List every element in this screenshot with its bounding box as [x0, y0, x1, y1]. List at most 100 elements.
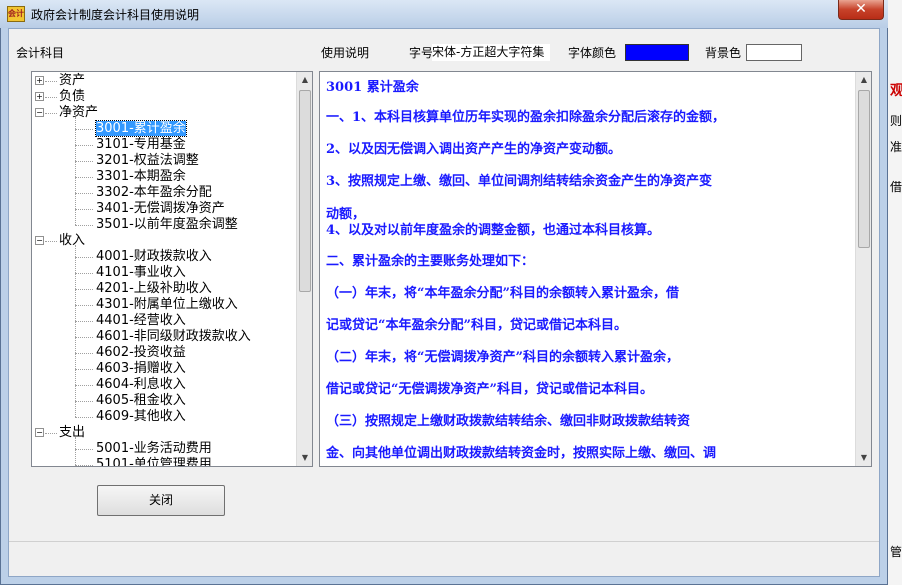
tree-connector [75, 245, 76, 417]
tree-item-label: 负债 [59, 89, 86, 104]
strip-text: 借 [890, 180, 902, 194]
font-select[interactable]: 宋体-方正超大字符集 [432, 44, 550, 61]
tree-connector [75, 337, 93, 338]
scroll-up-icon[interactable]: ▲ [856, 72, 871, 88]
tree-item[interactable]: 4301-附属单位上缴收入 [96, 297, 238, 312]
tree-item-label: 5001-业务活动费用 [96, 441, 212, 456]
subject-tree[interactable]: 资产 + 负债 + 净资产 −3001-累计盈余 3101-专用基金 3201-权益法调整 33… [31, 71, 313, 467]
tree-item[interactable]: 4101-事业收入 [96, 265, 186, 280]
tree-item[interactable]: 4001-财政拨款收入 [96, 249, 212, 264]
tree-item[interactable]: 4603-捐赠收入 [96, 361, 186, 376]
usage-text-area[interactable]: 3001 累计盈余 一、1、本科目核算单位历年实现的盈余扣除盈余分配后滚存的金额，… [319, 71, 872, 467]
tree-connector [75, 401, 93, 402]
tree-item-label: 3001-累计盈余 [95, 120, 187, 137]
expand-icon[interactable]: + [35, 76, 44, 85]
text-scrollbar[interactable]: ▲ ▼ [855, 72, 871, 466]
tree-item-label: 4001-财政拨款收入 [96, 249, 212, 264]
font-label: 字号 [409, 46, 434, 60]
tree-item[interactable]: 3201-权益法调整 [96, 153, 199, 168]
tree-connector [75, 177, 93, 178]
tree-connector [75, 193, 93, 194]
tree-item-label: 支出 [59, 425, 86, 440]
strip-text: 准 [890, 140, 902, 154]
tree-item[interactable]: 3101-专用基金 [96, 137, 186, 152]
usage-line: 借记或贷记“无偿调拨净资产”科目，贷记或借记本科目。 [326, 382, 653, 397]
tree-item-label: 4401-经营收入 [96, 313, 186, 328]
tree-item[interactable]: 4201-上级补助收入 [96, 281, 212, 296]
tree-connector [75, 145, 93, 146]
bg-color-label: 背景色 [705, 46, 742, 60]
tree-connector [75, 257, 93, 258]
usage-line: 记或贷记“本年盈余分配”科目，贷记或借记本科目。 [326, 318, 627, 333]
close-button[interactable]: 关闭 [97, 485, 225, 516]
tree-connector [75, 321, 93, 322]
usage-line: 2、以及因无偿调入调出资产产生的净资产变动额。 [326, 142, 622, 157]
tree-item[interactable]: 5001-业务活动费用 [96, 441, 212, 456]
strip-text: 管 [890, 545, 902, 559]
collapse-icon[interactable]: − [35, 428, 44, 437]
usage-line: 3、按照规定上缴、缴回、单位间调剂结转结余资金产生的净资产变 [326, 174, 713, 189]
tree-item-label: 4609-其他收入 [96, 409, 186, 424]
tree-connector [75, 129, 93, 130]
tree-item-label: 3302-本年盈余分配 [96, 185, 212, 200]
tree-scroll-thumb[interactable] [299, 90, 311, 292]
app-icon: 会计 [7, 6, 25, 22]
text-scroll-thumb[interactable] [858, 90, 870, 248]
usage-line: 二、累计盈余的主要账务处理如下： [326, 254, 535, 269]
collapse-icon[interactable]: − [35, 236, 44, 245]
tree-group-node[interactable]: 净资产 [59, 105, 98, 120]
tree-item[interactable]: 3501-以前年度盈余调整 [96, 217, 238, 232]
tree-group-node[interactable]: 支出 [59, 425, 85, 440]
tree-item[interactable]: 4604-利息收入 [96, 377, 186, 392]
tree-connector [45, 433, 57, 434]
usage-line: （一）年末，将“本年盈余分配”科目的余额转入累计盈余，借 [326, 286, 679, 301]
tree-item-label: 5101-单位管理费用 [96, 457, 212, 467]
collapse-icon[interactable]: − [35, 108, 44, 117]
tree-item-label: 3401-无偿调拨净资产 [96, 201, 225, 216]
usage-line: 4、以及对以前年度盈余的调整金额，也通过本科目核算。 [326, 223, 661, 238]
tree-item-label: 4601-非同级财政拨款收入 [96, 329, 251, 344]
tree-item[interactable]: 4602-投资收益 [96, 345, 186, 360]
background-window-strip: 观 则 准 借 管 [888, 0, 902, 585]
tree-group-node[interactable]: 收入 [59, 233, 85, 248]
tree-item-label: 收入 [59, 233, 86, 248]
tree-scrollbar[interactable]: ▲ ▼ [296, 72, 312, 466]
scroll-down-icon[interactable]: ▼ [297, 450, 312, 466]
usage-line: （二）年末，将“无偿调拨净资产”科目的余额转入累计盈余， [326, 350, 679, 365]
tree-item-label: 3501-以前年度盈余调整 [96, 217, 238, 232]
status-bar [9, 541, 879, 577]
tree-item[interactable]: 4605-租金收入 [96, 393, 186, 408]
tree-item[interactable]: 3301-本期盈余 [96, 169, 186, 184]
tree-item[interactable]: 4401-经营收入 [96, 313, 186, 328]
tree-item-label: 4101-事业收入 [96, 265, 186, 280]
tree-connector [75, 417, 93, 418]
font-color-swatch[interactable] [625, 44, 689, 61]
tree-item[interactable]: 4601-非同级财政拨款收入 [96, 329, 251, 344]
tree-connector [45, 97, 57, 98]
tree-item-label: 4605-租金收入 [96, 393, 186, 408]
tree-connector [75, 437, 76, 465]
subjects-label: 会计科目 [16, 46, 65, 60]
tree-item-label: 4603-捐赠收入 [96, 361, 186, 376]
tree-group-node[interactable]: 资产 [59, 73, 85, 88]
window-close-button[interactable]: ✕ [838, 0, 884, 20]
tree-item[interactable]: 4609-其他收入 [96, 409, 186, 424]
tree-item[interactable]: 3401-无偿调拨净资产 [96, 201, 225, 216]
usage-line: 一、1、本科目核算单位历年实现的盈余扣除盈余分配后滚存的金额， [326, 110, 726, 125]
tree-connector [45, 81, 57, 82]
expand-icon[interactable]: + [35, 92, 44, 101]
tree-connector [45, 113, 57, 114]
bg-color-swatch[interactable] [746, 44, 802, 61]
usage-line: （三）按照规定上缴财政拨款结转结余、缴回非财政拨款结转资 [326, 414, 691, 429]
title-bar[interactable]: 会计 政府会计制度会计科目使用说明 ✕ [0, 0, 888, 28]
tree-item[interactable]: 3302-本年盈余分配 [96, 185, 212, 200]
tree-item[interactable]: 5101-单位管理费用 [96, 457, 212, 467]
tree-connector [75, 209, 93, 210]
tree-item-label: 3301-本期盈余 [96, 169, 186, 184]
scroll-down-icon[interactable]: ▼ [856, 450, 871, 466]
tree-group-node[interactable]: 负债 [59, 89, 85, 104]
tree-connector [75, 449, 93, 450]
scroll-up-icon[interactable]: ▲ [297, 72, 312, 88]
strip-text: 则 [890, 114, 902, 128]
tree-item[interactable]: 3001-累计盈余 [95, 120, 187, 137]
